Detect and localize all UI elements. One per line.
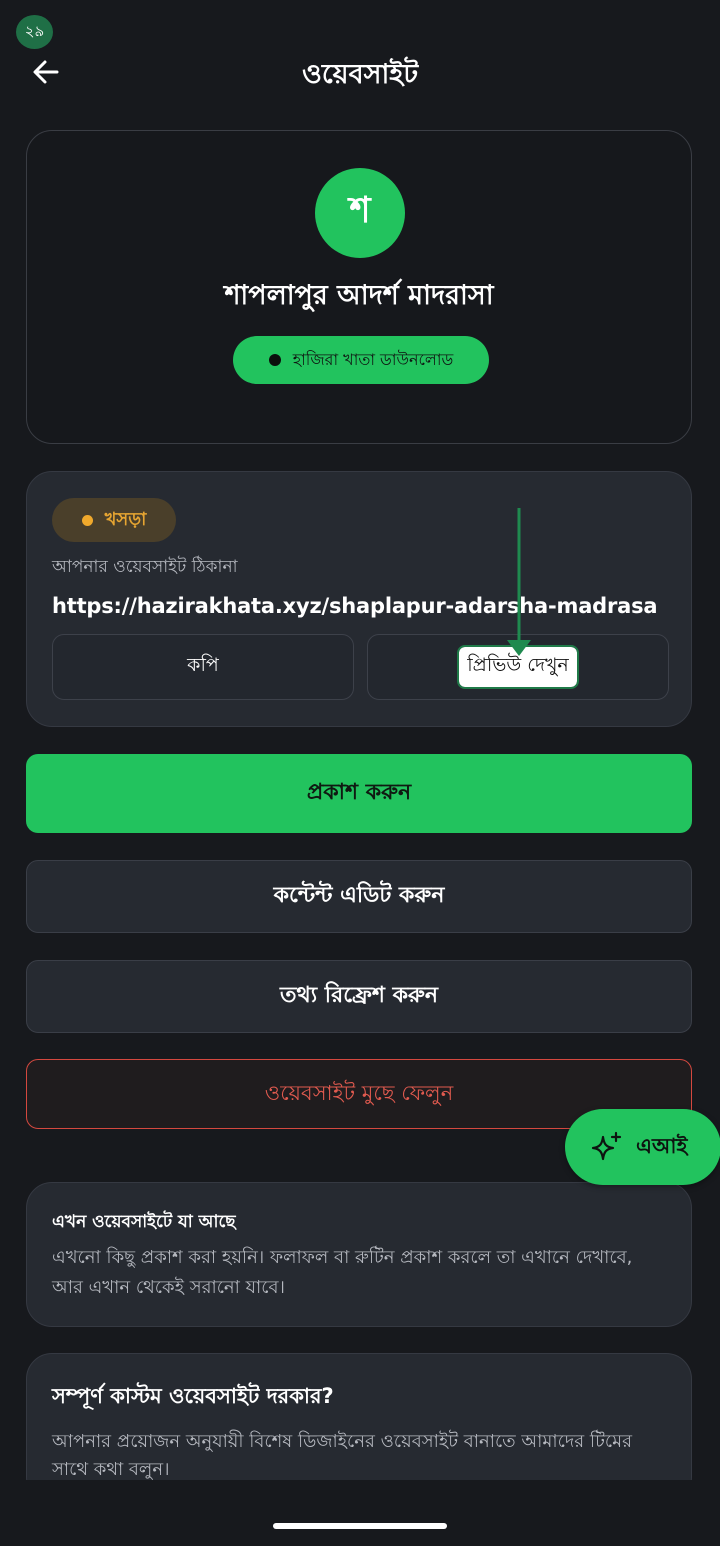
ai-button-label: এআই [636, 1133, 688, 1158]
current-content-body: এখনো কিছু প্রকাশ করা হয়নি। ফলাফল বা রুট… [52, 1247, 633, 1298]
current-content-title: এখন ওয়েবসাইটে যা আছে [52, 1212, 236, 1232]
draft-status-label: খসড়া [104, 508, 147, 530]
institution-name: শাপলাপুর আদর্শ মাদরাসা [224, 280, 494, 311]
draft-status-badge: খসড়া [52, 498, 176, 542]
address-label: আপনার ওয়েবসাইট ঠিকানা [52, 557, 238, 577]
navigation-bar [0, 1480, 720, 1546]
custom-website-title: সম্পূর্ণ কাস্টম ওয়েবসাইট দরকার? [52, 1384, 334, 1408]
copy-button[interactable]: কপি [52, 634, 354, 700]
draft-dot-icon [81, 514, 93, 526]
publish-button[interactable]: প্রকাশ করুন [26, 754, 692, 833]
edit-content-button[interactable]: কন্টেন্ট এডিট করুন [26, 860, 692, 933]
avatar: শ [315, 168, 405, 258]
notification-count-badge: ২৯ [16, 15, 53, 49]
brand-badge: হাজিরা খাতা ডাউনলোড [233, 336, 489, 384]
copy-button-label: কপি [187, 654, 219, 676]
current-content-card: এখন ওয়েবসাইটে যা আছে এখনো কিছু প্রকাশ ক… [26, 1182, 692, 1327]
refresh-info-button[interactable]: তথ্য রিফ্রেশ করুন [26, 960, 692, 1033]
website-address-card: খসড়া আপনার ওয়েবসাইট ঠিকানা https://haz… [26, 471, 692, 727]
pointer-arrow-icon [507, 508, 531, 656]
brand-dot-icon [268, 354, 281, 366]
home-indicator[interactable] [273, 1523, 447, 1529]
website-settings-screen: ২৯ ওয়েবসাইট শ শাপলাপুর আদর্শ মাদরাসা হা… [0, 0, 720, 1546]
institution-card: শ শাপলাপুর আদর্শ মাদরাসা হাজিরা খাতা ডাউ… [26, 130, 692, 444]
sparkles-icon [591, 1131, 622, 1161]
ai-assistant-button[interactable]: এআই [565, 1109, 720, 1185]
custom-website-body: আপনার প্রয়োজন অনুযায়ী বিশেষ ডিজাইনের ও… [52, 1431, 633, 1480]
brand-label: হাজিরা খাতা ডাউনলোড [292, 349, 454, 369]
website-url: https://hazirakhata.xyz/shaplapur-adarsh… [52, 594, 658, 618]
page-title: ওয়েবসাইট [301, 59, 419, 90]
